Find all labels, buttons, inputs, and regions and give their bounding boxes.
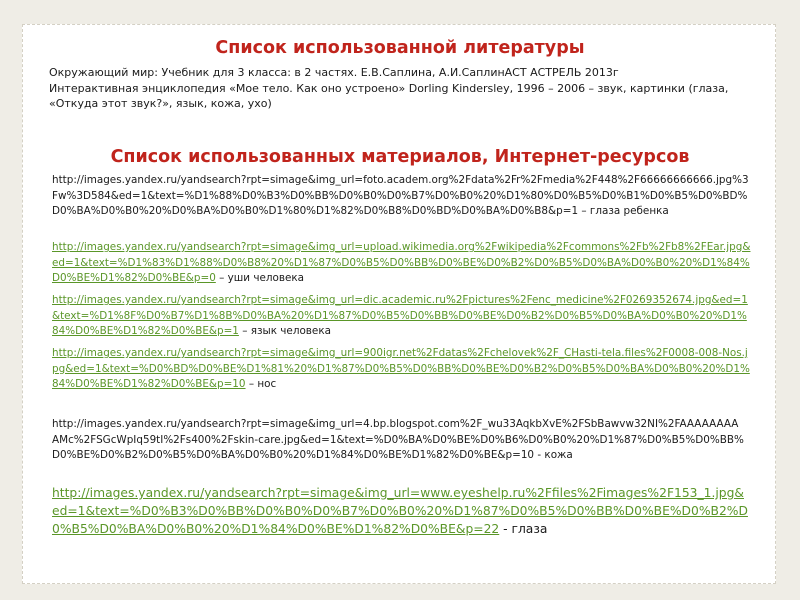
resources-title: Список использованных материалов, Интерн… <box>110 147 690 167</box>
reference-link[interactable]: http://images.yandex.ru/yandsearch?rpt=s… <box>52 486 748 536</box>
reference-item: http://images.yandex.ru/yandsearch?rpt=s… <box>52 293 752 340</box>
reference-note: – язык человека <box>238 325 331 337</box>
slide: Список использованной литературы Окружаю… <box>0 0 800 600</box>
reference-item: http://images.yandex.ru/yandsearch?rpt=s… <box>52 240 752 287</box>
reference-note: - глаза <box>499 522 548 536</box>
reference-link[interactable]: http://images.yandex.ru/yandsearch?rpt=s… <box>52 241 750 284</box>
reference-item: http://images.yandex.ru/yandsearch?rpt=s… <box>52 484 748 538</box>
reference-note: – уши человека <box>215 272 305 284</box>
literature-title: Список использованной литературы <box>215 38 585 58</box>
reference-item: http://images.yandex.ru/yandsearch?rpt=s… <box>52 417 744 464</box>
literature-text: Окружающий мир: Учебник для 3 класса: в … <box>49 66 729 110</box>
reference-note: – глаза ребенка <box>578 205 669 217</box>
reference-note: – нос <box>245 378 277 390</box>
reference-item: http://images.yandex.ru/yandsearch?rpt=s… <box>52 173 754 220</box>
reference-item: http://images.yandex.ru/yandsearch?rpt=s… <box>52 346 752 393</box>
reference-note: - кожа <box>534 449 573 461</box>
reference-link[interactable]: http://images.yandex.ru/yandsearch?rpt=s… <box>52 294 748 337</box>
reference-url: http://images.yandex.ru/yandsearch?rpt=s… <box>52 418 744 461</box>
reference-link[interactable]: http://images.yandex.ru/yandsearch?rpt=s… <box>52 347 750 390</box>
